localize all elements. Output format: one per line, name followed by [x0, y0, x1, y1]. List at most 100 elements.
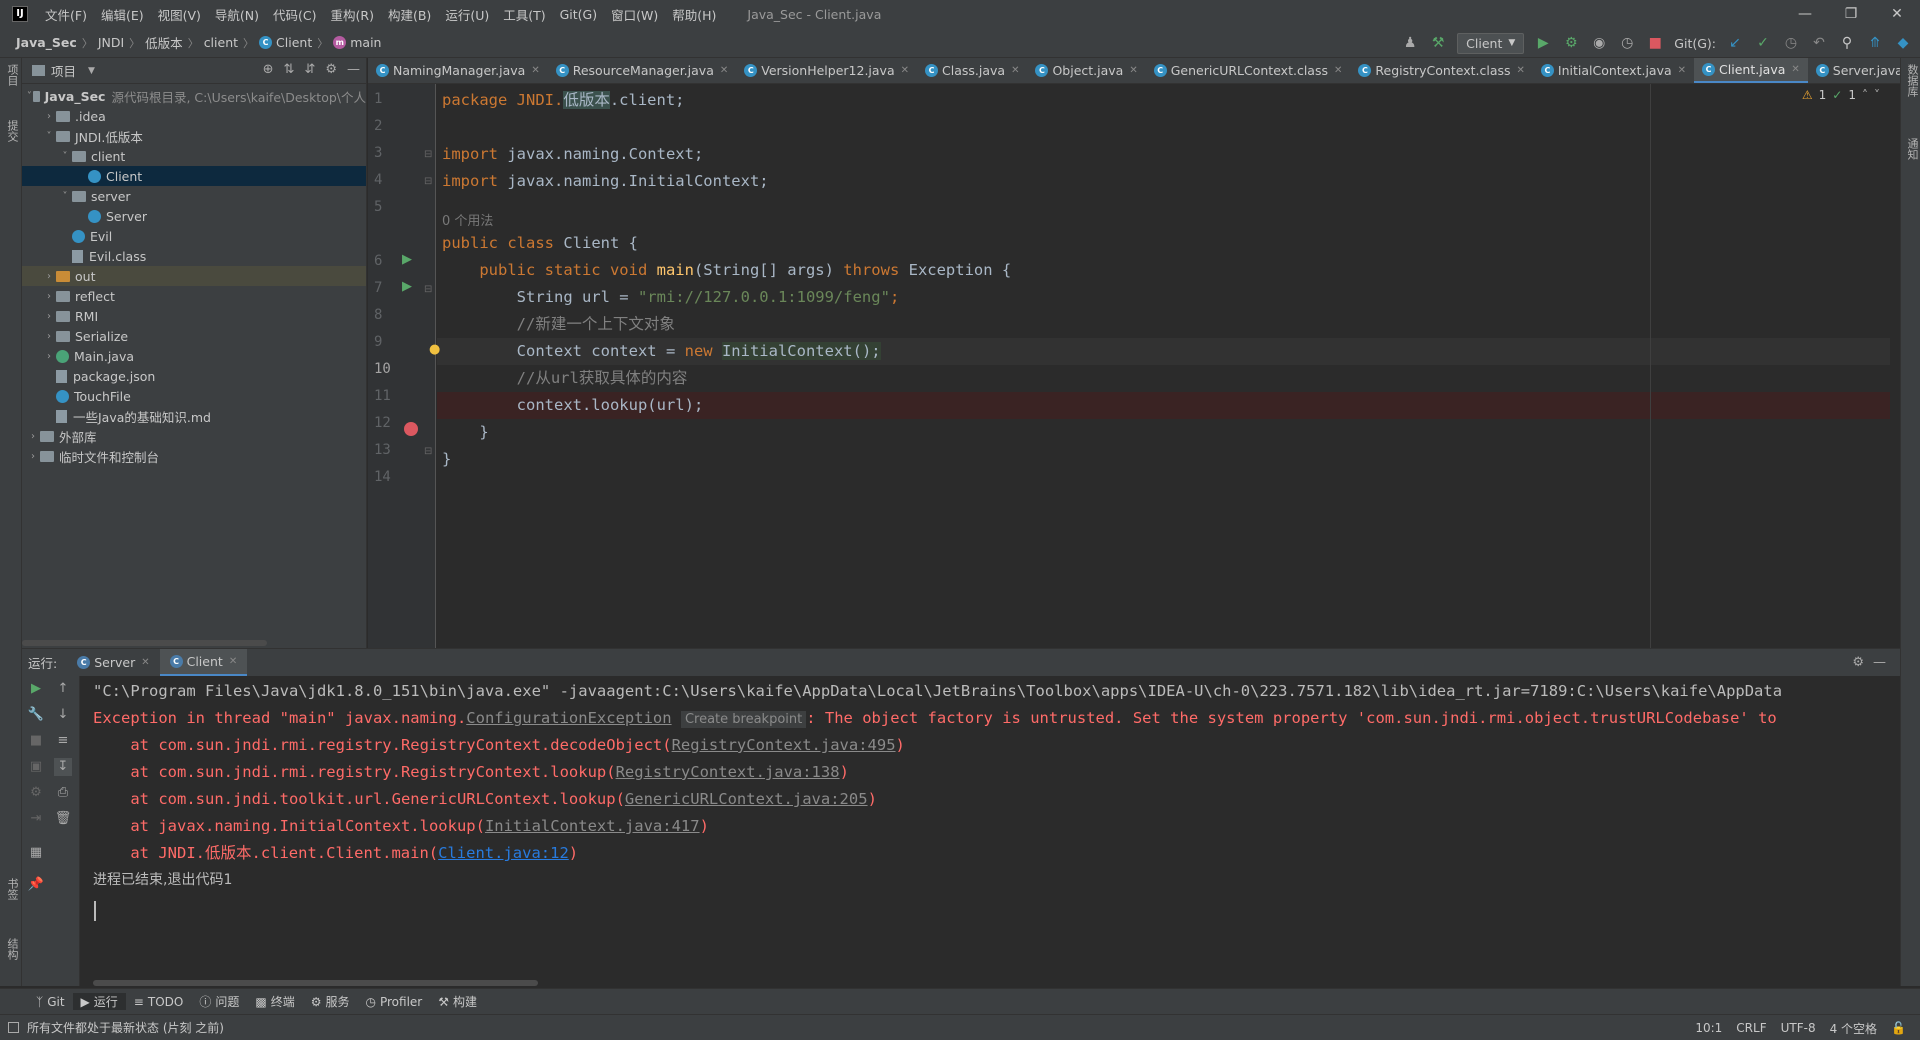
- wrench-icon[interactable]: 🔧: [27, 706, 45, 724]
- chevron-down-icon[interactable]: ˅: [26, 91, 33, 102]
- menu-code[interactable]: 代码(C): [266, 5, 323, 24]
- scroll-to-end-icon[interactable]: ↧: [54, 758, 72, 776]
- arrow-down-icon[interactable]: ↓: [54, 706, 72, 724]
- source-link[interactable]: InitialContext.java:417: [485, 817, 700, 835]
- chevron-right-icon[interactable]: ›: [26, 431, 40, 442]
- fold-icon[interactable]: ⊟: [424, 149, 432, 160]
- stripe-database[interactable]: 数据库: [1904, 64, 1920, 97]
- tree-item[interactable]: Evil.class: [22, 246, 366, 266]
- pin-icon[interactable]: 📌: [27, 876, 45, 894]
- stripe-project[interactable]: 项目: [4, 64, 20, 86]
- fold-icon[interactable]: ⊟: [424, 446, 432, 457]
- close-icon[interactable]: ✕: [229, 656, 237, 667]
- menu-refactor[interactable]: 重构(R): [324, 5, 381, 24]
- status-message[interactable]: 所有文件都处于最新状态 (片刻 之前): [27, 1019, 224, 1036]
- inspection-widget[interactable]: ⚠ 1 ✓ 1 ˄ ˅: [1802, 88, 1880, 102]
- minimize-icon[interactable]: —: [1782, 0, 1828, 28]
- chevron-right-icon[interactable]: ›: [42, 331, 56, 342]
- tree-item[interactable]: ˅ client: [22, 146, 366, 166]
- history-icon[interactable]: ◷: [1782, 34, 1800, 52]
- locate-icon[interactable]: ⊕: [263, 62, 274, 77]
- chevron-right-icon[interactable]: ›: [42, 311, 56, 322]
- menu-build[interactable]: 构建(B): [381, 5, 438, 24]
- editor-tab[interactable]: C RegistryContext.class ✕: [1350, 58, 1533, 83]
- stripe-structure[interactable]: 结构: [4, 938, 20, 960]
- search-icon[interactable]: ⚲: [1838, 34, 1856, 52]
- close-tab-icon[interactable]: ✕: [1129, 65, 1137, 76]
- source-link[interactable]: RegistryContext.java:138: [616, 763, 840, 781]
- profile-icon[interactable]: ◷: [1618, 34, 1636, 52]
- git-commit-icon[interactable]: ✓: [1754, 34, 1772, 52]
- menu-view[interactable]: 视图(V): [151, 5, 208, 24]
- close-tab-icon[interactable]: ✕: [1678, 65, 1686, 76]
- hide-panel-icon[interactable]: —: [1873, 655, 1886, 670]
- close-tab-icon[interactable]: ✕: [1517, 65, 1525, 76]
- tool-todo[interactable]: ≡ TODO: [126, 995, 192, 1009]
- camera-icon[interactable]: ▣: [27, 758, 45, 776]
- menu-file[interactable]: 文件(F): [38, 5, 94, 24]
- layout-icon[interactable]: ▦: [27, 844, 45, 862]
- chevron-right-icon[interactable]: ›: [42, 111, 56, 122]
- tree-item[interactable]: TouchFile: [22, 386, 366, 406]
- menu-navigate[interactable]: 导航(N): [208, 5, 266, 24]
- chevron-down-icon[interactable]: ˅: [42, 131, 56, 142]
- chevron-right-icon[interactable]: ›: [26, 451, 40, 462]
- fold-icon[interactable]: ⊟: [424, 284, 432, 295]
- run-tab-server[interactable]: C Server ✕: [67, 649, 159, 677]
- coverage-icon[interactable]: ◉: [1590, 34, 1608, 52]
- chevron-down-icon[interactable]: ˅: [1874, 88, 1880, 102]
- source-link[interactable]: RegistryContext.java:495: [672, 736, 896, 754]
- close-icon[interactable]: ✕: [1874, 0, 1920, 28]
- run-configuration-select[interactable]: Client ▼: [1457, 32, 1525, 54]
- tree-item[interactable]: ˅ JNDI.低版本: [22, 126, 366, 146]
- tree-item[interactable]: Server: [22, 206, 366, 226]
- close-tab-icon[interactable]: ✕: [901, 65, 909, 76]
- exception-class-link[interactable]: ConfigurationException: [466, 709, 671, 727]
- tree-item[interactable]: ˅ Java_Sec 源代码根目录, C:\Users\kaife\Desktop\…: [22, 86, 366, 106]
- stripe-notifications[interactable]: 通知: [1904, 138, 1920, 160]
- tool-git[interactable]: ᛉ Git: [28, 995, 73, 1009]
- tree-item[interactable]: › RMI: [22, 306, 366, 326]
- build-hammer-icon[interactable]: ⚒: [1429, 34, 1447, 52]
- settings-gear-icon[interactable]: ⚙: [1852, 655, 1864, 670]
- tool-build[interactable]: ⚒ 构建: [430, 993, 485, 1010]
- user-icon[interactable]: ♟: [1401, 34, 1419, 52]
- editor-tab[interactable]: C VersionHelper12.java ✕: [736, 58, 917, 83]
- update-icon[interactable]: ⤊: [1866, 34, 1884, 52]
- git-update-icon[interactable]: ↙: [1726, 34, 1744, 52]
- editor-tab[interactable]: C NamingManager.java ✕: [368, 58, 548, 83]
- editor-tab[interactable]: C GenericURLContext.class ✕: [1146, 58, 1351, 83]
- run-console[interactable]: "C:\Program Files\Java\jdk1.8.0_151\bin\…: [80, 676, 1900, 986]
- fold-icon[interactable]: ⊟: [424, 176, 432, 187]
- tree-item[interactable]: › out: [22, 266, 366, 286]
- line-separator[interactable]: CRLF: [1736, 1021, 1766, 1035]
- tree-item[interactable]: › reflect: [22, 286, 366, 306]
- debug-icon[interactable]: ⚙: [1562, 34, 1580, 52]
- editor-tab[interactable]: C Client.java ✕: [1694, 58, 1808, 83]
- chevron-right-icon[interactable]: ›: [42, 271, 56, 282]
- menu-tools[interactable]: 工具(T): [496, 5, 552, 24]
- rollback-icon[interactable]: ↶: [1810, 34, 1828, 52]
- tree-item[interactable]: › 临时文件和控制台: [22, 446, 366, 466]
- console-horizontal-scrollbar[interactable]: [93, 980, 538, 986]
- tree-item[interactable]: › Serialize: [22, 326, 366, 346]
- editor-tab[interactable]: CServer.java✕: [1808, 58, 1900, 83]
- tree-item[interactable]: › .idea: [22, 106, 366, 126]
- chevron-down-icon[interactable]: ˅: [58, 191, 72, 202]
- chevron-down-icon[interactable]: ˅: [58, 151, 72, 162]
- stop-icon[interactable]: ■: [1646, 34, 1664, 52]
- tree-item[interactable]: Evil: [22, 226, 366, 246]
- run-tab-client[interactable]: C Client ✕: [159, 648, 248, 677]
- close-tab-icon[interactable]: ✕: [720, 65, 728, 76]
- restore-icon[interactable]: ❐: [1828, 0, 1874, 28]
- menu-run[interactable]: 运行(U): [438, 5, 496, 24]
- tree-item[interactable]: › 外部库: [22, 426, 366, 446]
- tree-item[interactable]: ˅ server: [22, 186, 366, 206]
- code-editor[interactable]: package JNDI.低版本.client; import javax.na…: [429, 84, 1890, 648]
- indent-setting[interactable]: 4 个空格: [1830, 1020, 1877, 1037]
- print-icon[interactable]: ⎙: [54, 784, 72, 802]
- chevron-down-icon[interactable]: ▼: [88, 66, 95, 76]
- run-gutter-icon[interactable]: ▶: [402, 279, 412, 294]
- source-link[interactable]: Client.java:12: [438, 844, 569, 862]
- menu-edit[interactable]: 编辑(E): [94, 5, 151, 24]
